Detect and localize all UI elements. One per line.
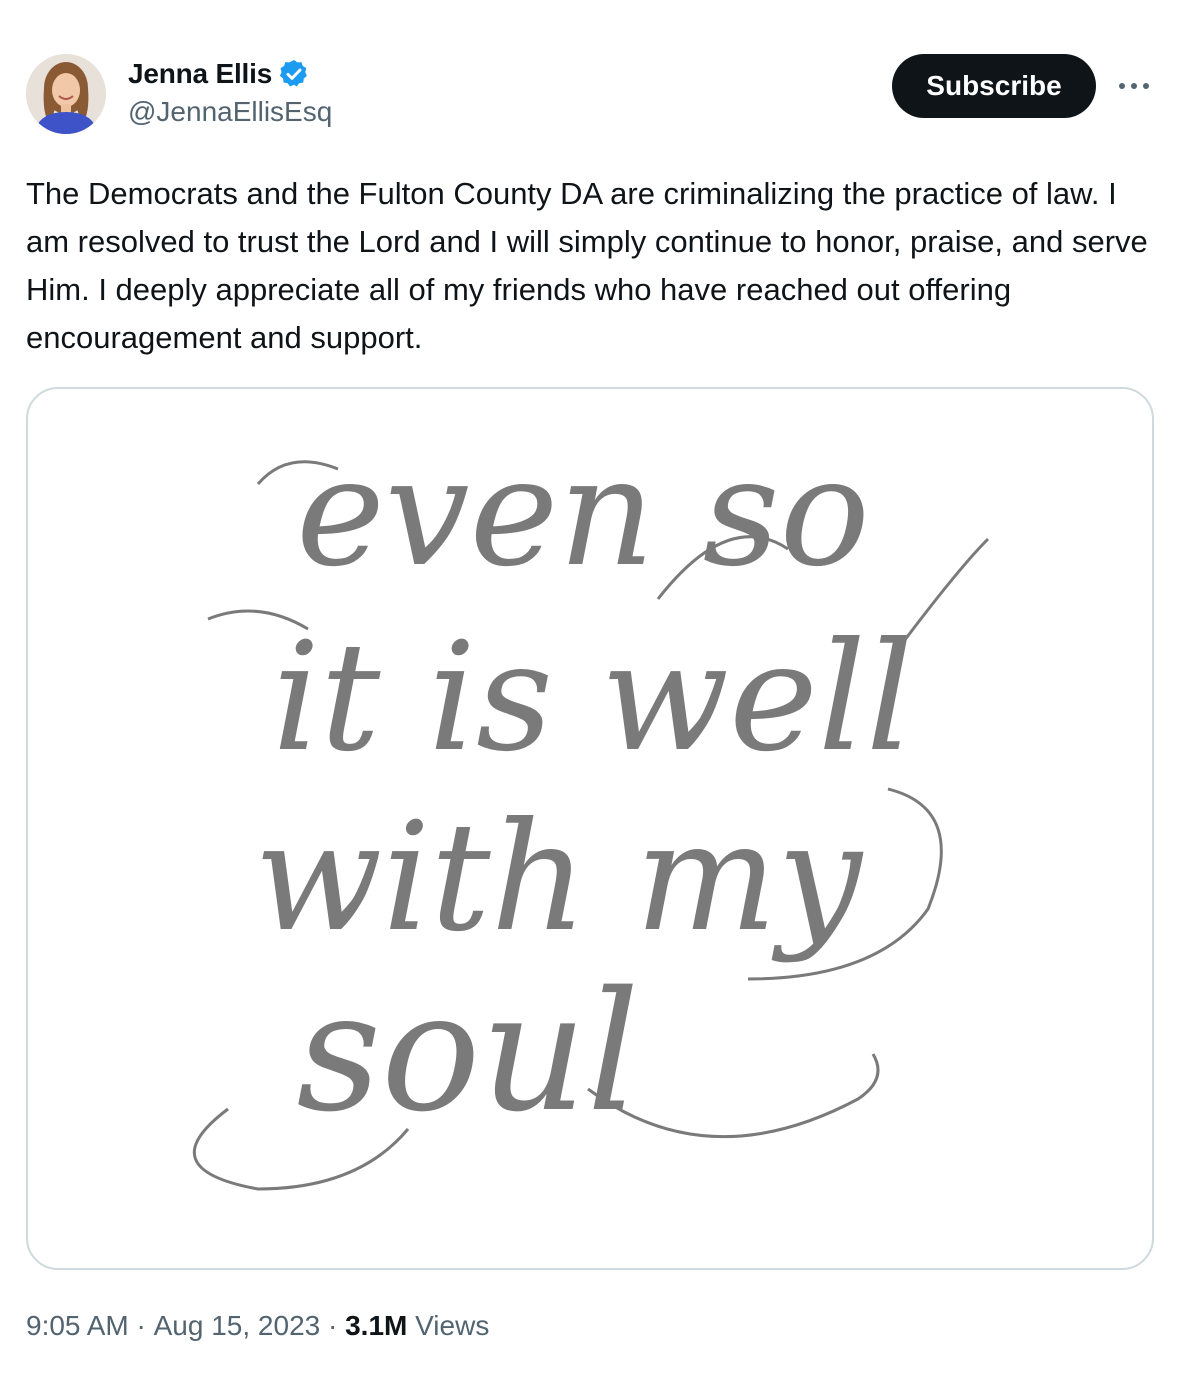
meta-separator: · xyxy=(320,1310,346,1341)
author-name-row[interactable]: Jenna Ellis xyxy=(128,56,310,92)
meta-separator: · xyxy=(128,1310,154,1341)
script-line-2: it is well xyxy=(272,611,914,785)
tweet-meta: 9:05 AM · Aug 15, 2023 · 3.1M Views xyxy=(26,1306,489,1346)
author-display-name[interactable]: Jenna Ellis xyxy=(128,58,272,90)
media-image: even so it is well with my soul xyxy=(192,426,990,1191)
script-line-1: even so xyxy=(296,426,870,600)
tweet-text: The Democrats and the Fulton County DA a… xyxy=(26,176,1148,355)
more-options-button[interactable] xyxy=(1112,70,1156,102)
script-line-3: with my xyxy=(254,791,864,965)
views-count[interactable]: 3.1M xyxy=(345,1310,407,1342)
subscribe-button[interactable]: Subscribe xyxy=(892,54,1096,118)
script-line-4: soul xyxy=(296,956,639,1148)
verified-badge-icon xyxy=(280,60,307,87)
author-handle[interactable]: @JennaEllisEsq xyxy=(128,96,332,128)
tweet-time[interactable]: 9:05 AM xyxy=(26,1310,129,1342)
avatar-image xyxy=(26,54,106,134)
views-label: Views xyxy=(407,1310,490,1341)
tweet-date[interactable]: Aug 15, 2023 xyxy=(154,1310,321,1342)
author-avatar[interactable] xyxy=(26,54,106,134)
more-options-icon xyxy=(1119,83,1149,89)
tweet-media[interactable]: even so it is well with my soul xyxy=(26,387,1154,1270)
